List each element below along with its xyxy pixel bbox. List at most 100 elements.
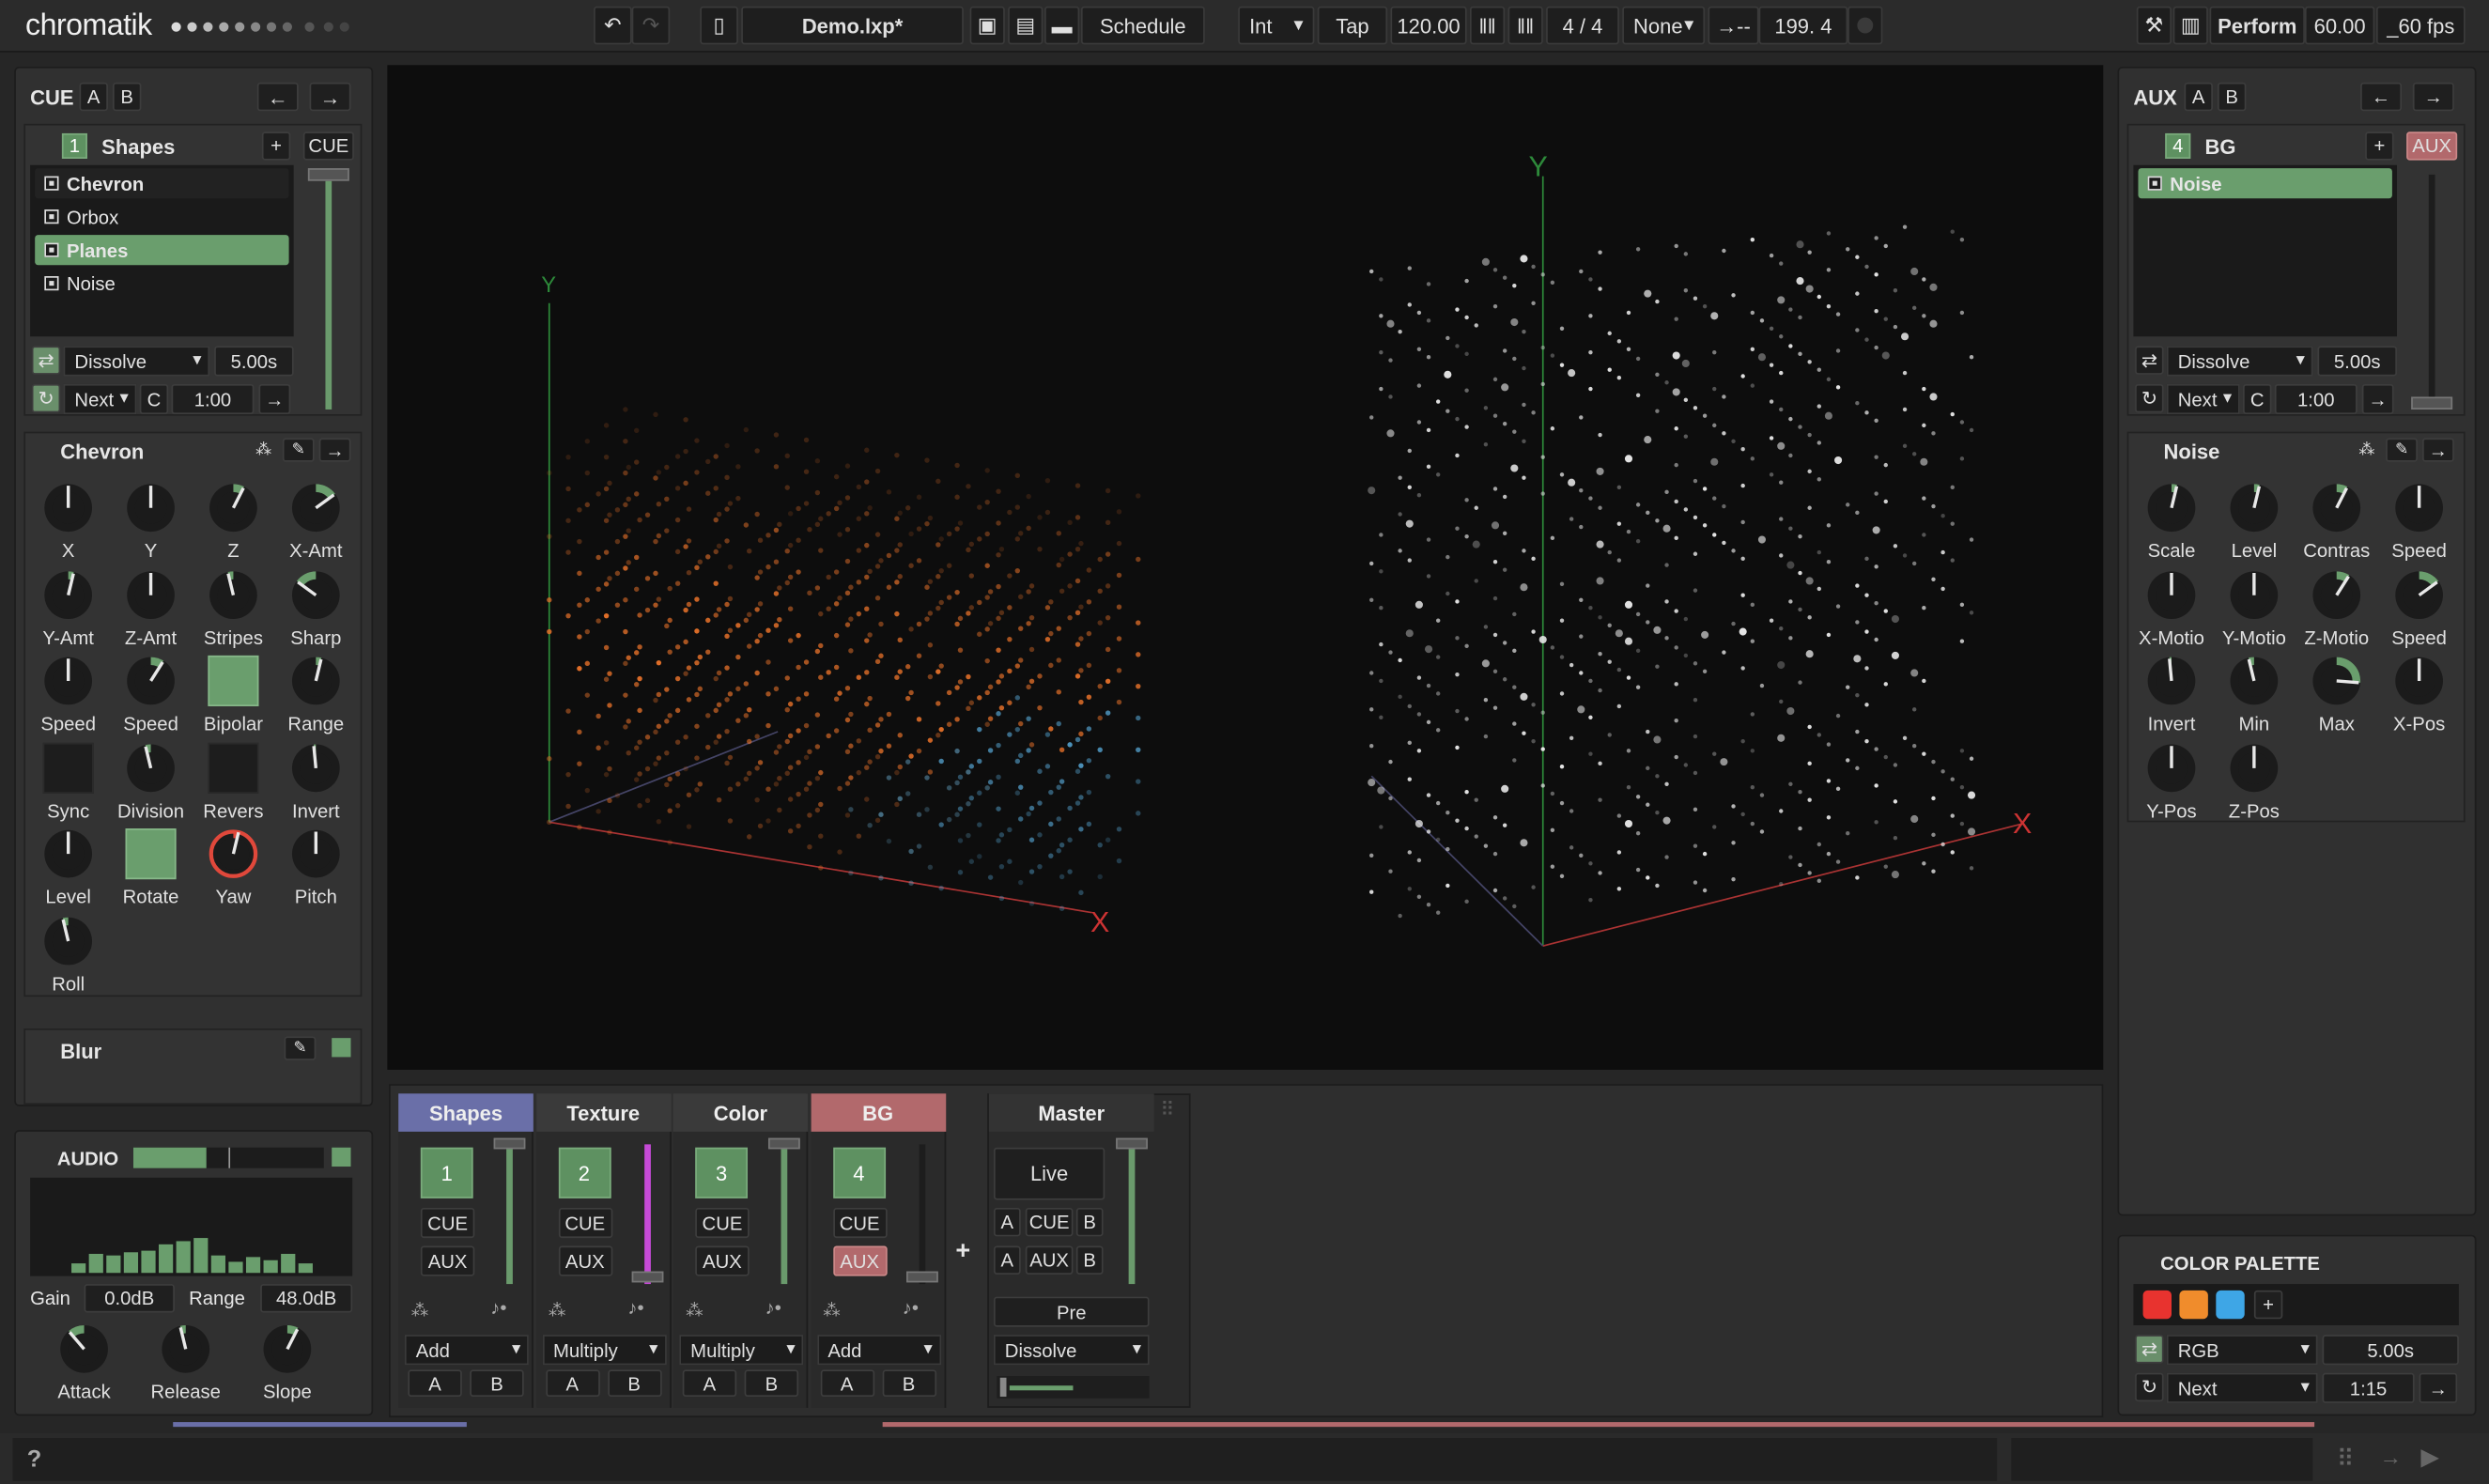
channel-fader-handle[interactable] — [768, 1138, 800, 1150]
chevron-knob[interactable]: Speed — [110, 653, 193, 738]
noise-knob[interactable]: X-Motio — [2130, 565, 2213, 651]
channel-fader-track[interactable] — [2429, 175, 2435, 410]
pattern-item[interactable]: Noise — [35, 269, 288, 299]
color-swatch[interactable] — [2143, 1291, 2172, 1319]
chevron-knob[interactable]: Stripes — [192, 565, 274, 651]
midi-note-icon[interactable]: ♪• — [903, 1297, 919, 1320]
sync-select[interactable]: None ▼ — [1622, 7, 1705, 45]
noise-knob[interactable]: Speed — [2378, 479, 2461, 564]
modulation-icon[interactable]: ⁂ — [823, 1300, 841, 1321]
chevron-knob[interactable]: X-Amt — [274, 479, 357, 564]
pattern-item[interactable]: Chevron — [35, 168, 288, 198]
knob-dial[interactable] — [43, 483, 94, 533]
add-pattern-button[interactable]: + — [2365, 131, 2393, 160]
toggle-square[interactable] — [126, 828, 177, 879]
channel-cue-button[interactable]: CUE — [558, 1208, 611, 1238]
noise-knob[interactable]: Z-Pos — [2213, 739, 2296, 825]
cycle-c-button[interactable]: C — [2243, 384, 2271, 414]
new-file-button[interactable]: ▯ — [700, 7, 738, 45]
channel-enable-button[interactable]: 2 — [558, 1148, 611, 1198]
crossfade-a-button[interactable]: A — [408, 1369, 461, 1397]
grid-icon[interactable]: ⠿ — [2337, 1445, 2355, 1473]
cue-next-button[interactable]: → — [310, 83, 351, 111]
cycle-time[interactable]: 1:00 — [172, 384, 255, 414]
open-folder-button[interactable]: ▬ — [1044, 7, 1079, 45]
channel-fader-handle[interactable] — [2411, 396, 2452, 410]
nudge-up-button[interactable]: ‖‖ — [1508, 7, 1543, 45]
project-name[interactable]: Demo.lxp* — [741, 7, 964, 45]
noise-knob[interactable]: Scale — [2130, 479, 2213, 564]
channel-fader[interactable] — [506, 1144, 513, 1284]
chevron-knob[interactable]: Z-Amt — [110, 565, 193, 651]
chevron-knob[interactable]: Rotate — [110, 826, 193, 911]
palette-cycle-toggle[interactable]: ↻ — [2135, 1373, 2163, 1401]
channel-cue-button[interactable]: CUE — [832, 1208, 886, 1238]
modulation-icon[interactable]: ⁂ — [686, 1300, 703, 1321]
help-button[interactable]: ? — [27, 1445, 42, 1473]
knob-dial[interactable] — [126, 742, 177, 793]
modulation-button[interactable]: ⁂ — [2353, 438, 2381, 461]
transport-arrow-button[interactable]: →-- — [1708, 7, 1758, 45]
color-swatch[interactable] — [2216, 1291, 2244, 1319]
noise-knob[interactable]: X-Pos — [2378, 653, 2461, 738]
chevron-knob[interactable]: Level — [27, 826, 110, 911]
pattern-item-active[interactable]: Noise — [2138, 168, 2391, 198]
knob-dial[interactable] — [290, 742, 341, 793]
knob-dial[interactable] — [43, 569, 94, 620]
master-fader[interactable] — [1129, 1144, 1136, 1284]
knob-dial[interactable] — [2229, 742, 2280, 793]
color-swatch[interactable] — [2179, 1291, 2207, 1319]
channel-cue-button[interactable]: CUE — [303, 131, 354, 160]
live-button[interactable]: Live — [994, 1148, 1105, 1200]
cycle-c-button[interactable]: C — [140, 384, 168, 414]
grid-handle-icon[interactable]: ⠿ — [1160, 1098, 1185, 1123]
palette-mode-select[interactable]: RGB — [2167, 1335, 2318, 1365]
channel-aux-button[interactable]: AUX — [832, 1246, 886, 1276]
modulation-icon[interactable]: ⁂ — [549, 1300, 566, 1321]
noise-knob[interactable]: Level — [2213, 479, 2296, 564]
channel-fader[interactable] — [919, 1144, 925, 1284]
clock-mode-select[interactable]: Int ▼ — [1238, 7, 1314, 45]
channel-aux-button[interactable]: AUX — [421, 1246, 474, 1276]
master-cue-a[interactable]: A — [994, 1208, 1021, 1236]
cue-b-button[interactable]: B — [113, 83, 141, 111]
cue-prev-button[interactable]: ← — [257, 83, 299, 111]
channel-fader-handle[interactable] — [631, 1272, 663, 1283]
add-channel-button[interactable]: + — [955, 1238, 970, 1266]
chevron-knob[interactable]: Z — [192, 479, 274, 564]
channel-fader[interactable] — [643, 1144, 650, 1284]
knob-dial[interactable] — [126, 569, 177, 620]
blend-mode-select[interactable]: Add — [817, 1335, 941, 1365]
palette-cycle-time[interactable]: 1:15 — [2323, 1373, 2415, 1403]
knob-dial[interactable] — [290, 569, 341, 620]
redo-button[interactable]: ↷ — [632, 7, 671, 45]
time-signature[interactable]: 4 / 4 — [1546, 7, 1619, 45]
knob-dial[interactable] — [290, 656, 341, 706]
channel-cue-button[interactable]: CUE — [695, 1208, 749, 1238]
audio-knob[interactable]: Release — [145, 1321, 227, 1406]
auto-cycle-toggle[interactable]: ↻ — [32, 384, 60, 412]
perform-button[interactable]: Perform — [2210, 7, 2305, 45]
fps-target-field[interactable]: 60.00 — [2305, 7, 2374, 45]
toggle-square[interactable] — [43, 742, 94, 793]
master-aux-button[interactable]: AUX — [1026, 1246, 1074, 1275]
transition-toggle[interactable]: ⇄ — [32, 346, 60, 374]
knob-dial[interactable] — [43, 828, 94, 879]
noise-knob[interactable]: Speed — [2378, 565, 2461, 651]
palette-transition-toggle[interactable]: ⇄ — [2135, 1335, 2163, 1363]
chevron-knob[interactable]: Roll — [27, 912, 110, 997]
crossfade-b-button[interactable]: B — [745, 1369, 798, 1397]
knob-dial[interactable] — [126, 483, 177, 533]
palette-time[interactable]: 5.00s — [2323, 1335, 2459, 1365]
modulation-button[interactable]: ⁂ — [249, 438, 277, 461]
audio-knob[interactable]: Attack — [43, 1321, 126, 1406]
knob-dial[interactable] — [2394, 569, 2445, 620]
transition-time[interactable]: 5.00s — [214, 346, 294, 376]
noise-knob[interactable]: Contras — [2296, 479, 2378, 564]
document-button[interactable]: ▤ — [1008, 7, 1043, 45]
crossfade-b-button[interactable]: B — [607, 1369, 660, 1397]
channel-aux-button[interactable]: AUX — [2406, 131, 2457, 160]
crossfade-a-button[interactable]: A — [820, 1369, 873, 1397]
audio-knob[interactable]: Slope — [246, 1321, 329, 1406]
palette-cycle-select[interactable]: Next — [2167, 1373, 2318, 1403]
